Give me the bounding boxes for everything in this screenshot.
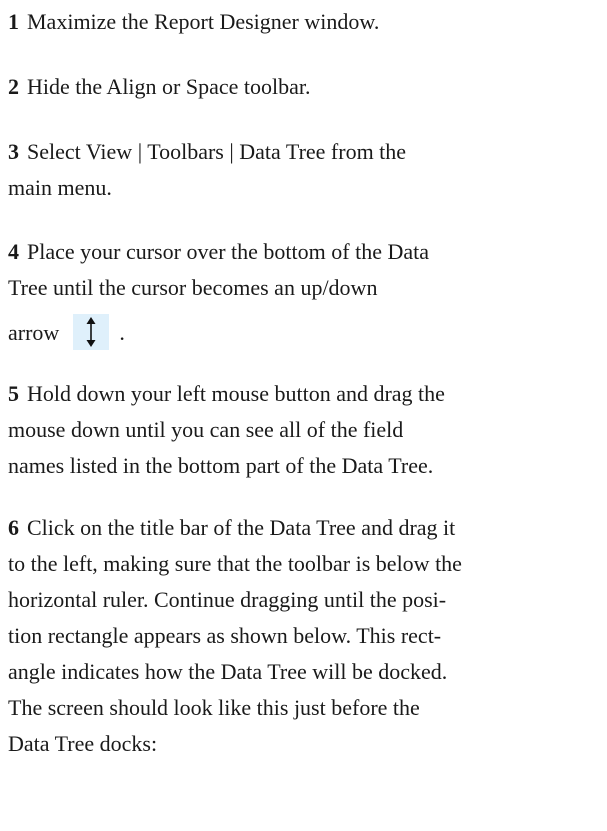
step-text: Maximize the Report Designer window. [27,9,380,34]
step-line: mouse down until you can see all of the … [8,417,404,442]
step-text: Click on the title bar of the Data Tree … [27,515,456,540]
step-line: The screen should look like this just be… [8,695,420,720]
step-text: arrow [8,320,60,345]
step-4: 4 Place your cursor over the bottom of th… [8,234,429,351]
step-line: 6 Click on the title bar of the Data Tree… [8,510,462,546]
step-text: Hold down your left mouse button and dra… [27,381,445,406]
step-line: 5 Hold down your left mouse button and dr… [8,376,445,412]
step-line: Data Tree docks: [8,731,158,756]
step-line: horizontal ruler. Continue dragging unti… [8,587,447,612]
step-line: main menu. [8,175,112,200]
step-number: 2 [8,74,19,99]
step-number: 6 [8,515,19,540]
step-1: 1 Maximize the Report Designer window. [8,4,379,40]
step-number: 3 [8,139,19,164]
step-number: 5 [8,381,19,406]
step-line: angle indicates how the Data Tree will b… [8,659,448,684]
step-6: 6 Click on the title bar of the Data Tree… [8,510,462,762]
step-line: names listed in the bottom part of the D… [8,453,434,478]
step-text: Place your cursor over the bottom of the… [27,239,429,264]
step-line: 3 Select View | Toolbars | Data Tree from… [8,134,406,170]
step-number: 4 [8,239,19,264]
step-text: Select View | Toolbars | Data Tree from … [27,139,407,164]
up-down-arrow-icon [73,314,110,350]
step-5: 5 Hold down your left mouse button and dr… [8,376,445,484]
step-2: 2 Hide the Align or Space toolbar. [8,69,311,105]
step-text: Hide the Align or Space toolbar. [27,74,311,99]
step-line: tion rectangle appears as shown below. T… [8,623,442,648]
step-3: 3 Select View | Toolbars | Data Tree from… [8,134,406,206]
step-line: 4 Place your cursor over the bottom of th… [8,234,429,270]
step-line: to the left, making sure that the toolba… [8,551,462,576]
step-text: . [119,320,125,345]
step-line: Tree until the cursor becomes an up/down [8,275,378,300]
step-line: arrow . [8,314,429,351]
step-number: 1 [8,9,19,34]
